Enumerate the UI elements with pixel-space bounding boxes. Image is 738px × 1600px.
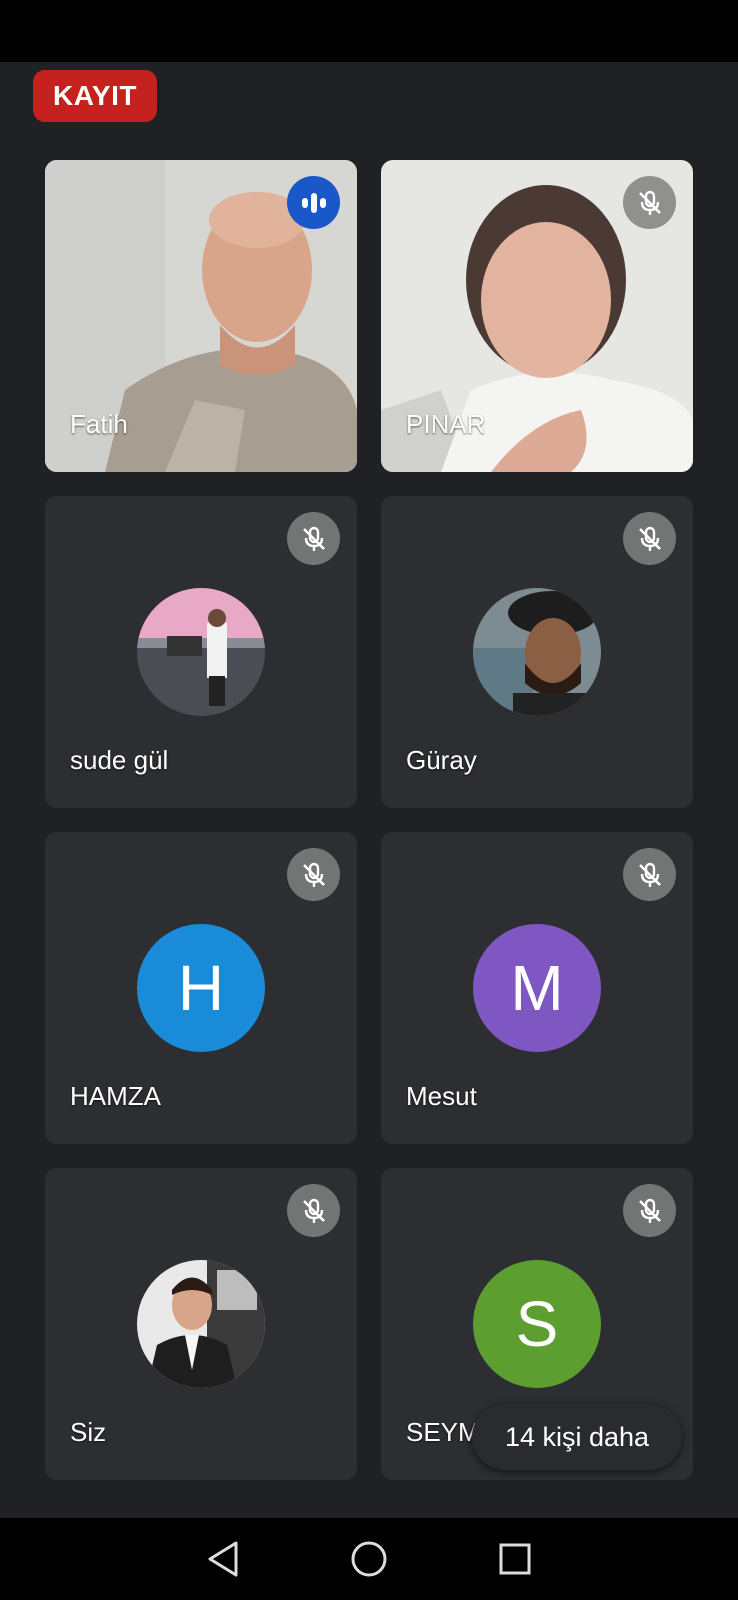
more-participants-button[interactable]: 14 kişi daha — [472, 1404, 682, 1470]
back-icon[interactable] — [203, 1539, 243, 1579]
mic-off-icon — [623, 176, 676, 229]
participant-tile-pinar[interactable]: PINAR — [381, 160, 693, 472]
participant-tile-sude-gul[interactable]: sude gül — [45, 496, 357, 808]
mic-off-icon — [623, 848, 676, 901]
participant-name: Güray — [406, 745, 477, 775]
participant-tile-guray[interactable]: Güray — [381, 496, 693, 808]
participant-tile-fatih[interactable]: Fatih — [45, 160, 357, 472]
avatar-initial: H — [137, 924, 265, 1052]
participant-name: HAMZA — [70, 1081, 161, 1111]
mic-off-icon — [287, 848, 340, 901]
avatar — [473, 588, 601, 716]
participant-name: Siz — [70, 1417, 107, 1447]
avatar-initial: S — [473, 1260, 601, 1388]
recording-badge: KAYIT — [33, 70, 157, 122]
participant-tile-hamza[interactable]: H HAMZA — [45, 832, 357, 1144]
mic-off-icon — [623, 1184, 676, 1237]
participant-name: PINAR — [406, 409, 486, 439]
status-bar — [0, 0, 738, 62]
avatar — [137, 588, 265, 716]
participant-name: sude gül — [70, 745, 169, 775]
home-icon[interactable] — [349, 1539, 389, 1579]
audio-levels-icon — [301, 192, 326, 213]
mic-off-icon — [623, 512, 676, 565]
participant-tile-siz[interactable]: Siz — [45, 1168, 357, 1480]
recents-icon[interactable] — [495, 1539, 535, 1579]
system-nav-bar — [0, 1518, 738, 1600]
speaking-indicator — [287, 176, 340, 229]
avatar — [137, 1260, 265, 1388]
avatar-initial: M — [473, 924, 601, 1052]
participant-name: Mesut — [406, 1081, 477, 1111]
participant-name: Fatih — [70, 409, 128, 439]
mic-off-icon — [287, 512, 340, 565]
participant-tile-mesut[interactable]: M Mesut — [381, 832, 693, 1144]
mic-off-icon — [287, 1184, 340, 1237]
